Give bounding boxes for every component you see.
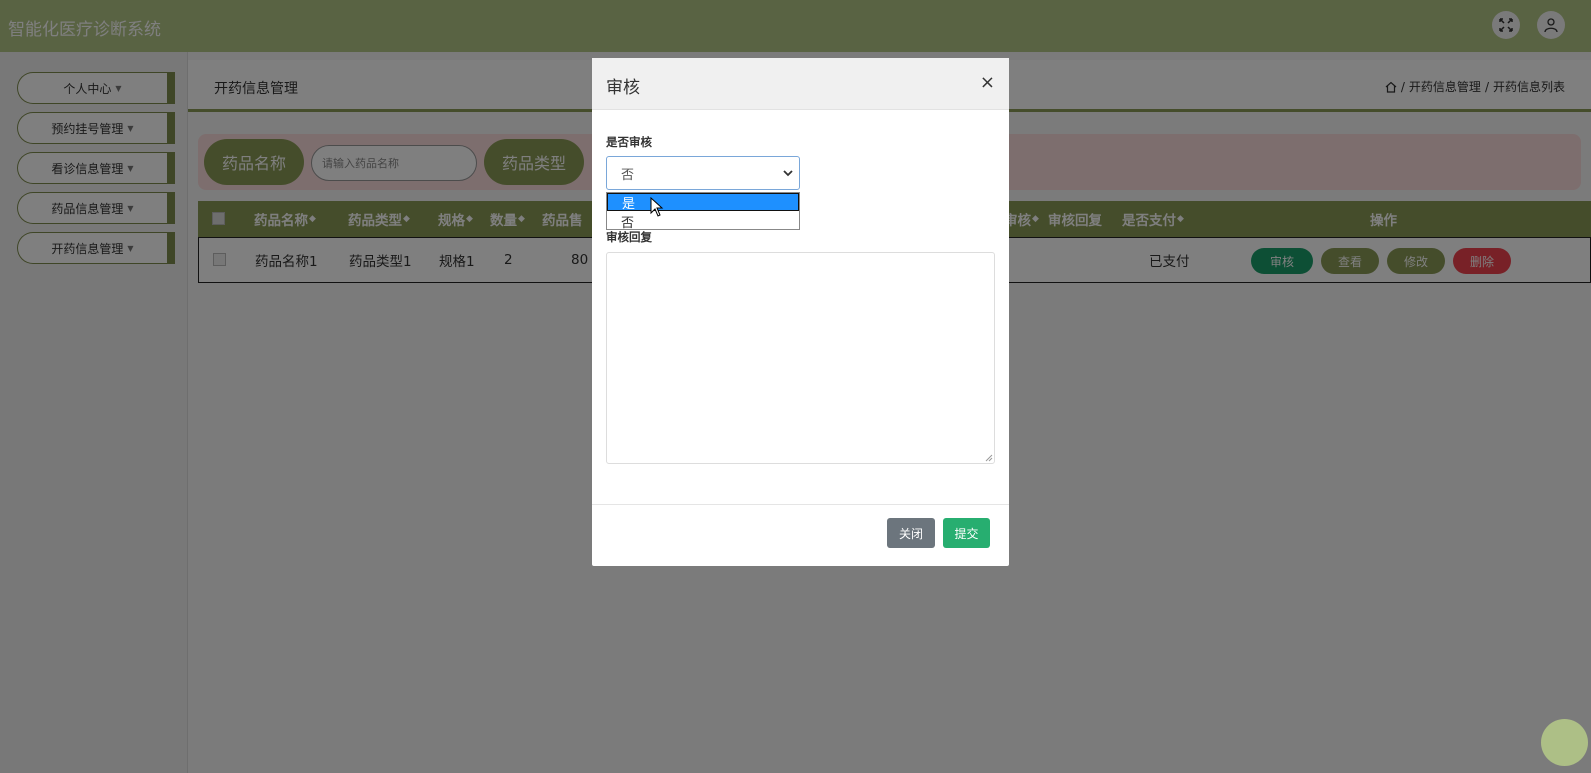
modal-title: 审核: [606, 78, 640, 98]
modal-header: 审核 ×: [592, 58, 1009, 110]
close-button[interactable]: 关闭: [887, 518, 935, 548]
resize-handle-icon[interactable]: [985, 454, 993, 462]
select-dropdown: 是 否: [606, 192, 800, 231]
audit-modal: 审核 × 是否审核 否 审核回复 是 否 关闭 提交: [592, 58, 1009, 566]
modal-footer: 关闭 提交: [592, 504, 1009, 566]
option-yes[interactable]: 是: [607, 193, 799, 212]
mouse-cursor-icon: [650, 197, 664, 217]
chevron-down-icon: [783, 170, 793, 177]
floating-assist-button[interactable]: [1541, 719, 1588, 766]
submit-button[interactable]: 提交: [943, 518, 990, 548]
option-no[interactable]: 否: [607, 212, 799, 231]
audit-status-label: 是否审核: [606, 135, 652, 149]
audit-status-select[interactable]: 否: [606, 156, 800, 190]
select-value: 否: [621, 167, 635, 183]
audit-reply-label: 审核回复: [606, 230, 652, 244]
audit-reply-textarea[interactable]: [606, 252, 995, 464]
close-icon[interactable]: ×: [980, 72, 995, 93]
